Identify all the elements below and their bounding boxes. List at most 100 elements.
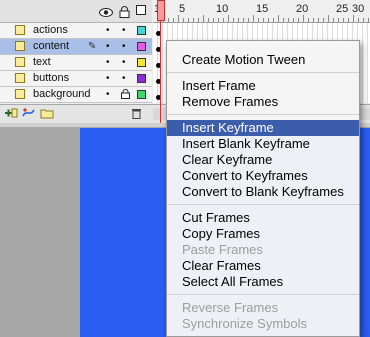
- add-folder-icon[interactable]: [40, 107, 54, 122]
- layer-name: background: [33, 88, 91, 100]
- layer-color-swatch[interactable]: [137, 90, 146, 99]
- lock-dot[interactable]: •: [122, 57, 126, 68]
- menu-item-clear-frames[interactable]: Clear Frames: [167, 258, 359, 274]
- frame-ruler[interactable]: 151015202530: [153, 0, 370, 23]
- ruler-tick: [248, 18, 249, 22]
- menu-item-copy-frames[interactable]: Copy Frames: [167, 226, 359, 242]
- ruler-tick-label: 25: [336, 3, 349, 15]
- ruler-tick-label: 5: [179, 3, 186, 15]
- menu-item-select-all-frames[interactable]: Select All Frames: [167, 274, 359, 290]
- layer-name: buttons: [33, 72, 70, 84]
- layer-name: content: [33, 40, 70, 52]
- ruler-tick-label: 20: [296, 3, 309, 15]
- layer-list: actions • • content ✎ • • text • • buttons • • backgr…: [0, 23, 152, 103]
- ruler-tick: [253, 15, 254, 22]
- visibility-dot[interactable]: •: [106, 25, 110, 36]
- visibility-dot[interactable]: •: [106, 57, 110, 68]
- menu-item-create-motion-tween[interactable]: Create Motion Tween: [167, 52, 359, 68]
- ruler-tick: [203, 15, 204, 22]
- ruler-tick: [368, 18, 369, 22]
- ruler-tick: [268, 18, 269, 22]
- lock-dot[interactable]: •: [122, 73, 126, 84]
- visibility-dot[interactable]: •: [106, 41, 110, 52]
- layer-name: actions: [33, 24, 68, 36]
- eye-icon[interactable]: [99, 5, 113, 17]
- menu-item-insert-frame[interactable]: Insert Frame: [167, 78, 359, 94]
- ruler-tick-label: 30: [352, 3, 365, 15]
- ruler-tick: [173, 18, 174, 22]
- ruler-tick: [313, 18, 314, 22]
- menu-item-insert-keyframe[interactable]: Insert Keyframe: [167, 120, 359, 136]
- ruler-tick: [303, 15, 304, 22]
- menu-item-paste-frames: Paste Frames: [182, 242, 263, 257]
- menu-separator: [167, 114, 359, 115]
- add-motion-guide-icon[interactable]: [22, 107, 36, 122]
- ruler-tick: [358, 18, 359, 22]
- ruler-tick: [343, 18, 344, 22]
- menu-item-insert-blank-keyframe[interactable]: Insert Blank Keyframe: [167, 136, 359, 152]
- menu-separator: [167, 204, 359, 205]
- ruler-tick: [168, 18, 169, 22]
- pencil-icon: ✎: [88, 41, 97, 52]
- layer-name: text: [33, 56, 51, 68]
- lock-dot[interactable]: •: [122, 25, 126, 36]
- ruler-tick: [333, 18, 334, 22]
- ruler-tick: [318, 18, 319, 22]
- layer-row-actions[interactable]: actions • •: [0, 23, 152, 39]
- layer-page-icon: [15, 73, 25, 83]
- layer-row-content[interactable]: content ✎ • •: [0, 39, 152, 55]
- layer-page-icon: [15, 57, 25, 67]
- playhead[interactable]: [157, 0, 165, 21]
- menu-item-synchronize-symbols: Synchronize Symbols: [182, 316, 307, 331]
- ruler-tick: [243, 18, 244, 22]
- ruler-tick: [323, 18, 324, 22]
- ruler-tick-label: 15: [256, 3, 269, 15]
- ruler-tick: [363, 18, 364, 22]
- layer-color-swatch[interactable]: [137, 42, 146, 51]
- trash-icon[interactable]: [131, 107, 142, 122]
- ruler-tick: [193, 18, 194, 22]
- ruler-tick: [183, 18, 184, 22]
- layer-color-swatch[interactable]: [137, 58, 146, 67]
- menu-separator: [167, 72, 359, 73]
- menu-item-clear-keyframe[interactable]: Clear Keyframe: [167, 152, 359, 168]
- menu-item-convert-to-keyframes[interactable]: Convert to Keyframes: [167, 168, 359, 184]
- ruler-tick: [213, 18, 214, 22]
- layer-color-swatch[interactable]: [137, 26, 146, 35]
- layer-page-icon: [15, 41, 25, 51]
- playhead-line: [160, 21, 161, 129]
- menu-item-convert-to-blank-keyframes[interactable]: Convert to Blank Keyframes: [167, 184, 359, 200]
- menu-item-cut-frames[interactable]: Cut Frames: [167, 210, 359, 226]
- layer-row-background[interactable]: background •: [0, 87, 152, 103]
- layer-page-icon: [15, 25, 25, 35]
- ruler-tick: [308, 18, 309, 22]
- layer-row-buttons[interactable]: buttons • •: [0, 71, 152, 87]
- ruler-tick: [258, 18, 259, 22]
- context-menu: Create Motion Tween Insert Frame Remove Fr…: [166, 40, 360, 337]
- ruler-tick: [263, 18, 264, 22]
- outline-toggle-icon[interactable]: [136, 5, 146, 15]
- menu-item-remove-frames[interactable]: Remove Frames: [167, 94, 359, 110]
- ruler-tick: [293, 18, 294, 22]
- lock-icon[interactable]: [121, 89, 130, 102]
- lock-icon[interactable]: [119, 5, 131, 18]
- ruler-tick: [233, 18, 234, 22]
- ruler-tick: [298, 18, 299, 22]
- ruler-tick: [278, 15, 279, 22]
- visibility-dot[interactable]: •: [106, 89, 110, 100]
- menu-item-reverse-frames: Reverse Frames: [182, 300, 279, 315]
- lock-dot[interactable]: •: [122, 41, 126, 52]
- ruler-tick: [223, 18, 224, 22]
- layer-header: [0, 0, 152, 23]
- menu-separator: [167, 294, 359, 295]
- ruler-tick: [238, 18, 239, 22]
- layer-row-text[interactable]: text • •: [0, 55, 152, 71]
- layer-color-swatch[interactable]: [137, 74, 146, 83]
- layer-page-icon: [15, 89, 25, 99]
- ruler-tick: [178, 15, 179, 22]
- ruler-tick: [283, 18, 284, 22]
- visibility-dot[interactable]: •: [106, 73, 110, 84]
- add-layer-icon[interactable]: [4, 107, 18, 122]
- ruler-tick: [288, 18, 289, 22]
- ruler-tick: [328, 15, 329, 22]
